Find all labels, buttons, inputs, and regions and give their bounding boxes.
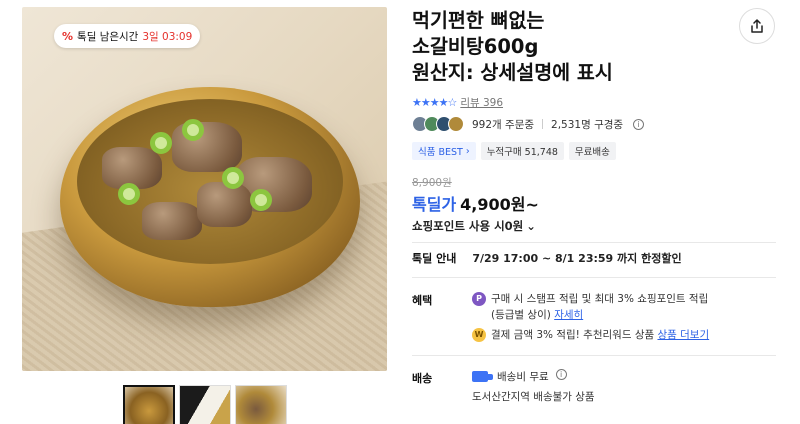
divider bbox=[542, 119, 544, 129]
meat-piece bbox=[197, 182, 252, 227]
viewers-count: 2,531명 구경중 bbox=[551, 118, 624, 131]
deal-timer-badge: % 톡딜 남은시간 3일 03:09 bbox=[54, 24, 201, 48]
benefits-label: 혜택 bbox=[412, 294, 433, 307]
shipping-fee-row: 배송비 무료 i bbox=[472, 369, 567, 385]
thumbnail-2[interactable] bbox=[179, 385, 231, 424]
divider bbox=[412, 242, 776, 243]
deal-timer-label: 톡딜 남은시간 bbox=[77, 30, 139, 43]
divider bbox=[412, 277, 776, 278]
stats-row: 992개 주문중 2,531명 구경중 i bbox=[412, 116, 645, 132]
cumulative-purchase-tag: 누적구매 51,748 bbox=[480, 142, 564, 160]
benefit-stamp: P 구매 시 스탬프 적립 및 최대 3% 쇼핑포인트 적립 (등급별 상이) … bbox=[472, 291, 708, 323]
points-dropdown[interactable]: 쇼핑포인트 사용 시0원 ⌄ bbox=[412, 218, 536, 234]
points-text: 쇼핑포인트 사용 시0원 bbox=[412, 219, 524, 233]
buyer-avatars bbox=[412, 116, 464, 132]
free-shipping-tag: 무료배송 bbox=[568, 142, 616, 160]
meat-piece bbox=[142, 202, 202, 240]
deal-notice-label: 톡딜 안내 bbox=[412, 252, 457, 265]
benefit-stamp-line: 구매 시 스탬프 적립 및 최대 3% 쇼핑포인트 적립 bbox=[491, 293, 709, 305]
thumbnail-strip bbox=[123, 385, 287, 424]
review-count-link[interactable]: 리뷰 396 bbox=[460, 95, 503, 110]
deal-price: 톡딜가 4,900원~ bbox=[412, 191, 539, 215]
best-tag[interactable]: 식품 BEST › bbox=[412, 142, 476, 160]
benefit-reward-text: 결제 금액 3% 적립! 추천리워드 상품 상품 더보기 bbox=[491, 327, 709, 343]
star-rating-icon: ★★★★☆ bbox=[412, 96, 457, 109]
product-title: 먹기편한 뼈없는 소갈비탕600g 원산지: 상세설명에 표시 bbox=[412, 9, 613, 84]
scallion-slice bbox=[182, 119, 204, 141]
rating-row: ★★★★☆ 리뷰 396 bbox=[412, 95, 503, 110]
deal-timer-value: 3일 03:09 bbox=[142, 30, 193, 43]
scallion-slice bbox=[250, 189, 272, 211]
benefit-stamp-text: 구매 시 스탬프 적립 및 최대 3% 쇼핑포인트 적립 (등급별 상이) 자세… bbox=[491, 291, 708, 323]
shipping-label: 배송 bbox=[412, 372, 433, 385]
point-coin-icon: P bbox=[472, 292, 486, 306]
scallion-slice bbox=[222, 167, 244, 189]
original-price: 8,900원 bbox=[412, 177, 452, 189]
scallion-slice bbox=[150, 132, 172, 154]
info-icon[interactable]: i bbox=[555, 369, 567, 380]
benefit-reward-line: 결제 금액 3% 적립! 추천리워드 상품 bbox=[491, 329, 655, 341]
truck-icon bbox=[472, 371, 493, 382]
tags-row: 식품 BEST › 누적구매 51,748 무료배송 bbox=[412, 142, 616, 160]
share-icon bbox=[751, 19, 763, 33]
orders-count: 992개 주문중 bbox=[472, 118, 535, 131]
reward-coin-icon: W bbox=[472, 328, 486, 342]
chevron-right-icon: › bbox=[462, 145, 470, 157]
benefit-stamp-note: (등급별 상이) bbox=[491, 309, 551, 321]
percent-icon: % bbox=[62, 29, 74, 43]
more-products-link[interactable]: 상품 더보기 bbox=[657, 329, 709, 341]
deal-price-value: 4,900원~ bbox=[460, 195, 539, 214]
avatar bbox=[448, 116, 464, 132]
shipping-fee-text: 배송비 무료 bbox=[497, 371, 549, 383]
deal-price-label: 톡딜가 bbox=[412, 195, 457, 214]
divider bbox=[412, 355, 776, 356]
info-icon[interactable]: i bbox=[633, 118, 645, 130]
deal-notice: 톡딜 안내 7/29 17:00 ~ 8/1 23:59 까지 한정할인 bbox=[412, 250, 682, 266]
shipping-note: 도서산간지역 배송불가 상품 bbox=[472, 391, 595, 403]
product-main-image[interactable]: % 톡딜 남은시간 3일 03:09 bbox=[22, 7, 387, 371]
benefit-detail-link[interactable]: 자세히 bbox=[554, 309, 583, 321]
thumbnail-3[interactable] bbox=[235, 385, 287, 424]
scallion-slice bbox=[118, 183, 140, 205]
share-button[interactable] bbox=[739, 8, 775, 44]
deal-notice-text: 7/29 17:00 ~ 8/1 23:59 까지 한정할인 bbox=[472, 252, 682, 265]
chevron-down-icon: ⌄ bbox=[526, 219, 536, 233]
thumbnail-1[interactable] bbox=[123, 385, 175, 424]
food-best-label: 식품 BEST bbox=[418, 147, 463, 158]
benefit-reward: W 결제 금액 3% 적립! 추천리워드 상품 상품 더보기 bbox=[472, 327, 709, 343]
